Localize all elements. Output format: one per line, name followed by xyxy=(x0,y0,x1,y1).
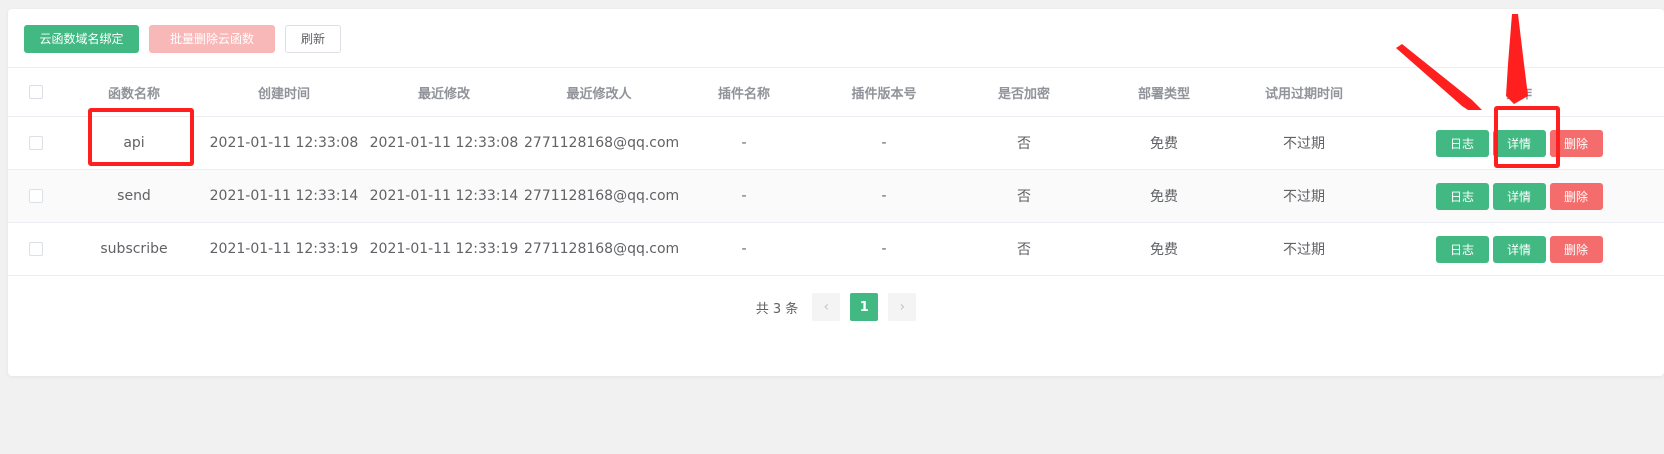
row-select-cell xyxy=(8,136,64,150)
detail-button[interactable]: 详情 xyxy=(1492,129,1546,157)
table-header: 函数名称 创建时间 最近修改 最近修改人 插件名称 插件版本号 是否加密 部署类… xyxy=(8,67,1664,117)
row-checkbox[interactable] xyxy=(29,189,43,203)
select-all-cell xyxy=(8,85,64,99)
row-actions: 日志 详情 删除 xyxy=(1374,182,1664,210)
trial-expiry: 不过期 xyxy=(1283,242,1325,258)
trial-expiry: 不过期 xyxy=(1283,136,1325,152)
row-actions: 日志 详情 删除 xyxy=(1374,235,1664,263)
header-trial-expiry: 试用过期时间 xyxy=(1264,86,1343,102)
function-name: api xyxy=(123,135,145,151)
plugin-name: - xyxy=(741,241,747,257)
bind-domain-button[interactable]: 云函数域名绑定 xyxy=(24,25,139,53)
encrypted: 否 xyxy=(1017,242,1031,258)
function-name: subscribe xyxy=(100,241,168,257)
header-plugin-name: 插件名称 xyxy=(717,86,770,102)
header-function-name: 函数名称 xyxy=(107,86,160,102)
header-encrypted: 是否加密 xyxy=(997,86,1050,102)
delete-button[interactable]: 删除 xyxy=(1549,129,1603,157)
function-list-card: 云函数域名绑定 批量删除云函数 刷新 函数名称 创建时间 最近修改 最近修改人 … xyxy=(8,9,1664,376)
detail-button[interactable]: 详情 xyxy=(1492,182,1546,210)
trial-expiry: 不过期 xyxy=(1283,189,1325,205)
delete-button[interactable]: 删除 xyxy=(1549,235,1603,263)
table-row: send 2021-01-11 12:33:14 2021-01-11 12:3… xyxy=(8,170,1664,223)
row-actions: 日志 详情 删除 xyxy=(1374,129,1664,157)
page-number-current[interactable]: 1 xyxy=(850,293,879,321)
encrypted: 否 xyxy=(1017,189,1031,205)
functions-table: 函数名称 创建时间 最近修改 最近修改人 插件名称 插件版本号 是否加密 部署类… xyxy=(8,67,1664,276)
header-deploy-type: 部署类型 xyxy=(1137,86,1190,102)
deploy-type: 免费 xyxy=(1150,242,1178,258)
table-row: subscribe 2021-01-11 12:33:19 2021-01-11… xyxy=(8,223,1664,276)
detail-button[interactable]: 详情 xyxy=(1492,235,1546,263)
modifier: 2771128168@qq.com xyxy=(524,135,680,151)
table-row: api 2021-01-11 12:33:08 2021-01-11 12:33… xyxy=(8,117,1664,170)
row-checkbox[interactable] xyxy=(29,136,43,150)
header-plugin-version: 插件版本号 xyxy=(851,86,917,102)
modifier: 2771128168@qq.com xyxy=(524,241,680,257)
refresh-button[interactable]: 刷新 xyxy=(285,25,341,53)
modified-time: 2021-01-11 12:33:14 xyxy=(369,188,519,204)
deploy-type: 免费 xyxy=(1150,136,1178,152)
plugin-version: - xyxy=(881,135,887,151)
toolbar: 云函数域名绑定 批量删除云函数 刷新 xyxy=(24,25,341,53)
created-time: 2021-01-11 12:33:14 xyxy=(209,188,359,204)
function-name: send xyxy=(117,188,151,204)
row-checkbox[interactable] xyxy=(29,242,43,256)
plugin-version: - xyxy=(881,188,887,204)
header-actions: 操作 xyxy=(1505,86,1532,102)
row-select-cell xyxy=(8,242,64,256)
modified-time: 2021-01-11 12:33:19 xyxy=(369,241,519,257)
header-modifier: 最近修改人 xyxy=(566,86,632,102)
modifier: 2771128168@qq.com xyxy=(524,188,680,204)
pagination-total: 共 3 条 xyxy=(755,301,799,317)
modified-time: 2021-01-11 12:33:08 xyxy=(369,135,519,151)
created-time: 2021-01-11 12:33:19 xyxy=(209,241,359,257)
deploy-type: 免费 xyxy=(1150,189,1178,205)
header-modified-time: 最近修改 xyxy=(417,86,470,102)
encrypted: 否 xyxy=(1017,136,1031,152)
created-time: 2021-01-11 12:33:08 xyxy=(209,135,359,151)
delete-button[interactable]: 删除 xyxy=(1549,182,1603,210)
log-button[interactable]: 日志 xyxy=(1435,129,1489,157)
plugin-name: - xyxy=(741,135,747,151)
plugin-name: - xyxy=(741,188,747,204)
header-created-time: 创建时间 xyxy=(257,86,310,102)
pagination: 共 3 条 ‹ 1 › xyxy=(8,293,1664,321)
select-all-checkbox[interactable] xyxy=(29,85,43,99)
chevron-left-icon[interactable]: ‹ xyxy=(812,293,841,321)
log-button[interactable]: 日志 xyxy=(1435,235,1489,263)
log-button[interactable]: 日志 xyxy=(1435,182,1489,210)
row-select-cell xyxy=(8,189,64,203)
chevron-right-icon[interactable]: › xyxy=(888,293,917,321)
batch-delete-button[interactable]: 批量删除云函数 xyxy=(149,25,275,53)
plugin-version: - xyxy=(881,241,887,257)
